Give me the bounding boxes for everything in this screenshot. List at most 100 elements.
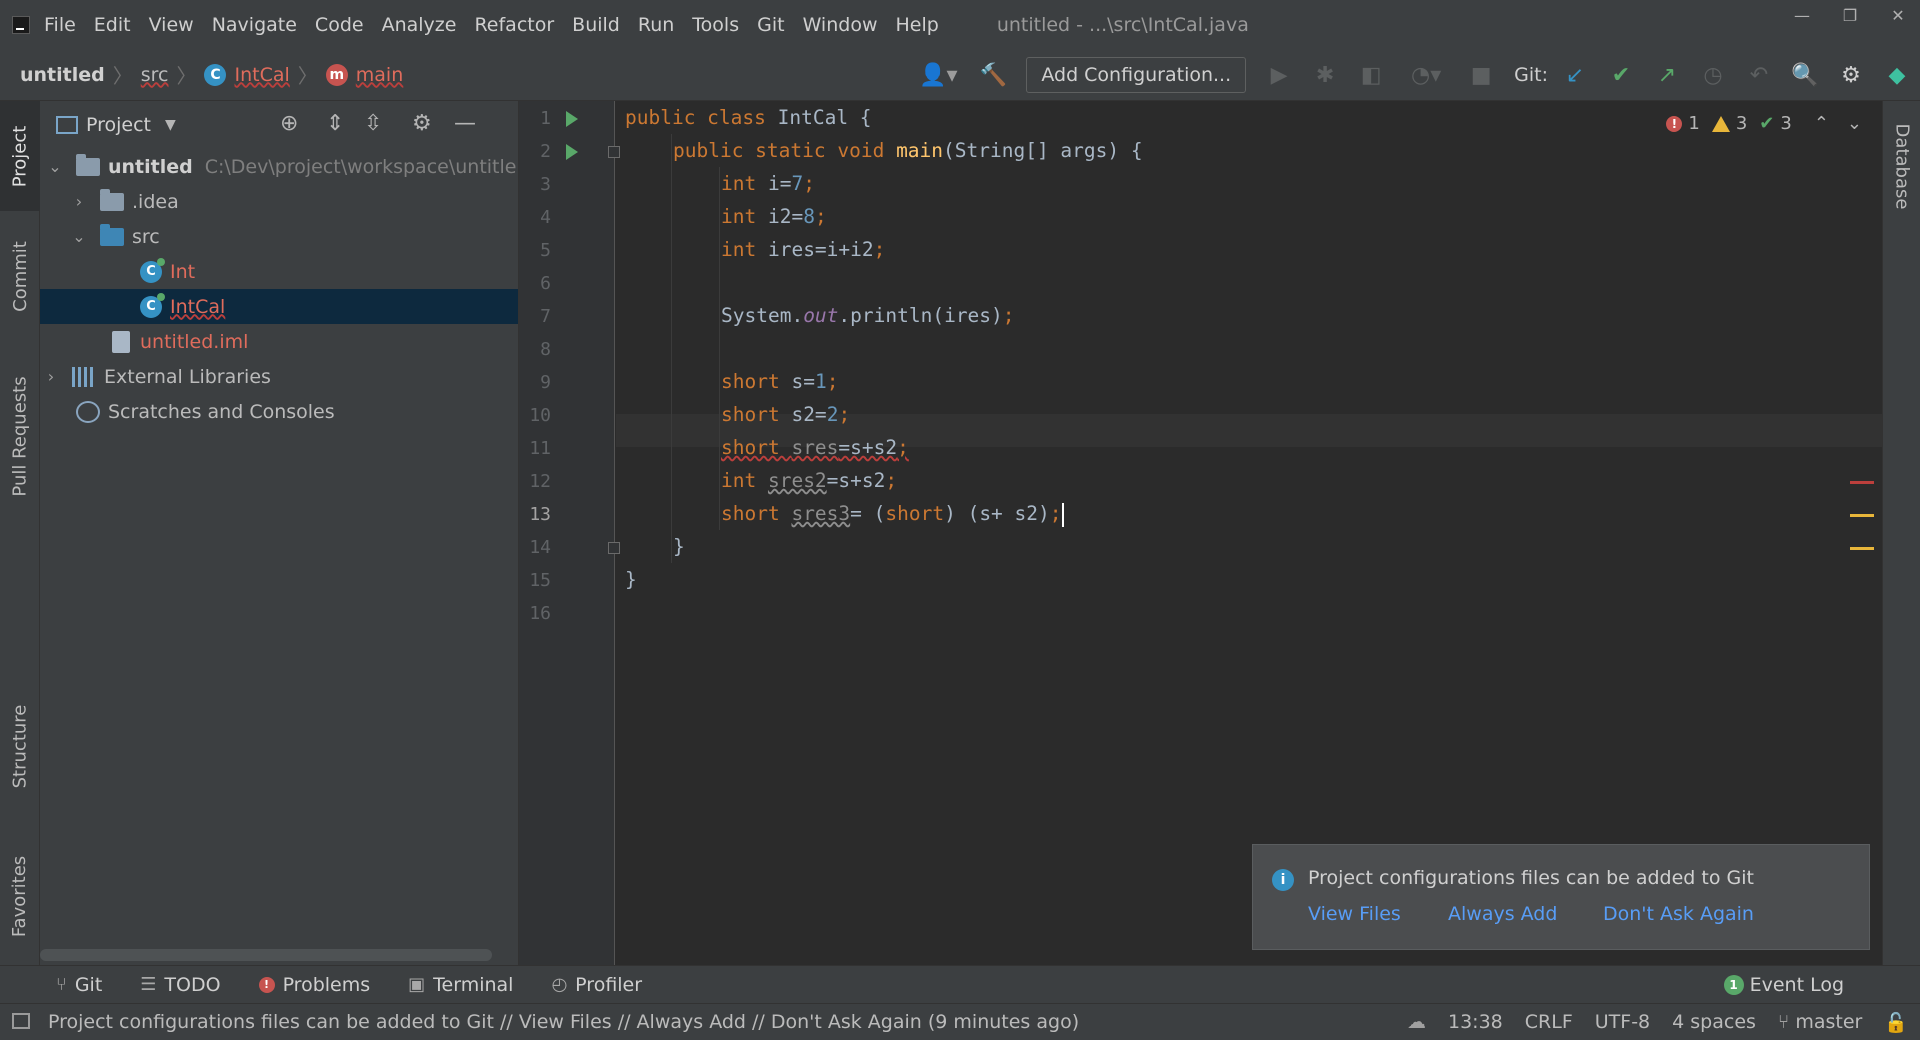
run-class-icon[interactable] (566, 111, 578, 127)
user-icon[interactable]: 👤▾ (915, 61, 961, 89)
chevron-down-icon[interactable]: ▼ (165, 117, 176, 133)
warning-stripe-mark[interactable] (1850, 547, 1874, 550)
build-hammer-icon[interactable]: 🔨 (979, 61, 1007, 89)
run-main-icon[interactable] (566, 144, 578, 160)
tree-item-scratches[interactable]: Scratches and Consoles (40, 394, 518, 429)
project-view-selector[interactable]: Project (86, 114, 151, 136)
chevron-down-icon[interactable]: ⌄ (72, 227, 86, 246)
tab-terminal[interactable]: ▣ Terminal (408, 974, 513, 996)
tree-item-intcal[interactable]: C IntCal (40, 289, 518, 324)
warning-stripe-mark[interactable] (1850, 514, 1874, 517)
tool-tab-favorites[interactable]: Favorites (0, 831, 40, 961)
menu-file[interactable]: File (44, 14, 76, 36)
status-message[interactable]: Project configurations files can be adde… (48, 1011, 1079, 1033)
weak-warning-count[interactable]: ✔ 3 (1759, 113, 1792, 134)
tool-tab-commit[interactable]: Commit (0, 221, 40, 331)
git-update-icon[interactable]: ↙ (1561, 61, 1589, 89)
menu-navigate[interactable]: Navigate (212, 14, 297, 36)
code-editor[interactable]: 1 2 3 4 5 6 7 8 9 10 11 12 13 14 15 16 p… (519, 101, 1882, 965)
history-icon[interactable]: ◷ (1699, 61, 1727, 89)
menu-window[interactable]: Window (803, 14, 878, 36)
view-files-link[interactable]: View Files (1308, 903, 1401, 925)
tool-tab-structure[interactable]: Structure (0, 681, 40, 811)
search-icon[interactable]: 🔍 (1791, 61, 1819, 89)
minimize-icon[interactable]: — (1792, 6, 1812, 26)
background-tasks-icon[interactable]: ☁ (1407, 1011, 1426, 1033)
gear-icon[interactable]: ⚙ (412, 111, 432, 136)
maximize-icon[interactable]: ❐ (1840, 6, 1860, 26)
tool-tab-pull-requests[interactable]: Pull Requests (0, 351, 40, 521)
next-highlight-icon[interactable]: ⌄ (1847, 113, 1862, 134)
close-icon[interactable]: ✕ (1888, 6, 1908, 26)
locate-icon[interactable]: ⊕ (280, 111, 298, 136)
menu-git[interactable]: Git (757, 14, 784, 36)
file-encoding[interactable]: UTF-8 (1595, 1011, 1650, 1033)
menu-analyze[interactable]: Analyze (382, 14, 457, 36)
menu-view[interactable]: View (149, 14, 194, 36)
check-icon: ✔ (1759, 113, 1775, 134)
hide-panel-icon[interactable]: — (454, 111, 476, 136)
horizontal-scrollbar[interactable] (40, 949, 492, 961)
tool-tab-database[interactable]: Database (1883, 101, 1920, 231)
toggle-tool-windows-icon[interactable] (12, 1013, 30, 1029)
expand-all-icon[interactable]: ⇕ (326, 111, 344, 136)
profile-icon[interactable]: ◔▾ (1403, 61, 1449, 89)
menu-build[interactable]: Build (572, 14, 620, 36)
add-configuration-button[interactable]: Add Configuration... (1026, 57, 1247, 93)
breadcrumb-class[interactable]: IntCal (234, 64, 289, 86)
tab-problems[interactable]: ! Problems (258, 974, 370, 996)
menu-refactor[interactable]: Refactor (474, 14, 554, 36)
tree-item-iml[interactable]: untitled.iml (40, 324, 518, 359)
collapse-all-icon[interactable]: ⇳ (364, 111, 382, 136)
error-count[interactable]: ! 1 (1666, 113, 1700, 134)
previous-highlight-icon[interactable]: ⌃ (1814, 113, 1829, 134)
menu-tools[interactable]: Tools (692, 14, 739, 36)
tree-item-idea[interactable]: › .idea (40, 184, 518, 219)
tool-tab-project[interactable]: Project (0, 101, 40, 211)
breadcrumb-src[interactable]: src (141, 64, 169, 86)
inspection-widget[interactable]: ! 1 3 ✔ 3 ⌃ ⌄ (1654, 113, 1862, 134)
line-separator[interactable]: CRLF (1525, 1011, 1573, 1033)
chevron-down-icon[interactable]: ⌄ (48, 157, 62, 176)
menu-help[interactable]: Help (895, 14, 938, 36)
tree-item-int[interactable]: C Int (40, 254, 518, 289)
warning-count[interactable]: 3 (1711, 113, 1747, 134)
chevron-right-icon[interactable]: › (44, 367, 58, 386)
fold-icon[interactable] (608, 146, 620, 158)
breadcrumb-method[interactable]: main (356, 64, 403, 86)
tab-profiler[interactable]: ◴ Profiler (551, 974, 642, 996)
toolbox-icon[interactable]: ◆ (1883, 61, 1911, 89)
breadcrumb-project[interactable]: untitled (20, 64, 105, 86)
stop-icon[interactable]: ■ (1467, 61, 1495, 89)
tree-item-external-libraries[interactable]: › External Libraries (40, 359, 518, 394)
tree-item-src[interactable]: ⌄ src (40, 219, 518, 254)
menu-code[interactable]: Code (315, 14, 364, 36)
indent-setting[interactable]: 4 spaces (1672, 1011, 1756, 1033)
tab-git[interactable]: ⑂ Git (56, 974, 102, 996)
editor-gutter[interactable]: 1 2 3 4 5 6 7 8 9 10 11 12 13 14 15 16 (519, 101, 620, 965)
error-stripe-mark[interactable] (1850, 481, 1874, 484)
git-push-icon[interactable]: ↗ (1653, 61, 1681, 89)
run-icon[interactable]: ▶ (1265, 61, 1293, 89)
chevron-right-icon[interactable]: › (72, 192, 86, 211)
code-token: 8 (803, 205, 815, 228)
git-commit-icon[interactable]: ✔ (1607, 61, 1635, 89)
git-branch[interactable]: master (1795, 1011, 1862, 1033)
warning-icon (1711, 115, 1730, 132)
tab-event-log[interactable]: 1 Event Log (1723, 974, 1844, 996)
tab-todo[interactable]: ☰ TODO (140, 974, 220, 996)
rollback-icon[interactable]: ↶ (1745, 61, 1773, 89)
coverage-icon[interactable]: ◧ (1357, 61, 1385, 89)
menu-edit[interactable]: Edit (94, 14, 131, 36)
always-add-link[interactable]: Always Add (1448, 903, 1557, 925)
lock-icon[interactable]: 🔓 (1884, 1011, 1908, 1034)
caret-position[interactable]: 13:38 (1448, 1011, 1503, 1033)
fold-icon[interactable] (608, 542, 620, 554)
settings-icon[interactable]: ⚙ (1837, 61, 1865, 89)
code-token: System. (721, 304, 804, 327)
right-tool-strip: Database (1882, 101, 1920, 965)
dont-ask-again-link[interactable]: Don't Ask Again (1603, 903, 1754, 925)
debug-icon[interactable]: ✱ (1311, 61, 1339, 89)
tree-item-untitled[interactable]: ⌄ untitled C:\Dev\project\workspace\unti… (40, 149, 518, 184)
menu-run[interactable]: Run (638, 14, 674, 36)
